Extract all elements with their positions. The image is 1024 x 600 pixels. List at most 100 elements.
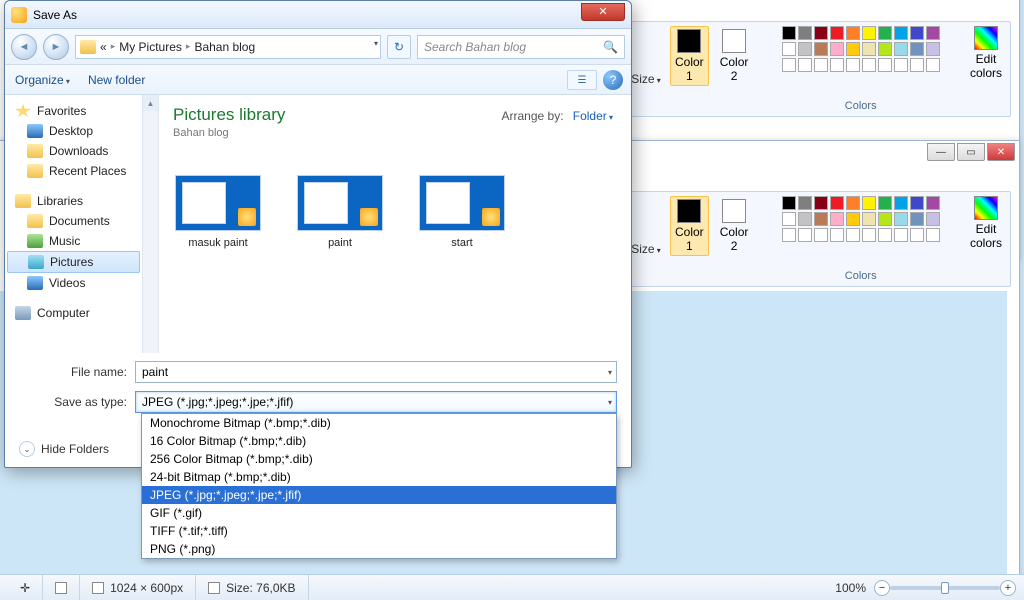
palette-swatch[interactable] [830,26,844,40]
refresh-button[interactable]: ↻ [387,35,411,59]
palette-swatch[interactable] [814,228,828,242]
palette-swatch[interactable] [830,196,844,210]
palette-swatch[interactable] [862,26,876,40]
palette-swatch[interactable] [926,42,940,56]
zoom-slider[interactable] [890,586,1000,590]
palette-swatch[interactable] [814,212,828,226]
palette-swatch[interactable] [894,196,908,210]
palette-swatch[interactable] [878,212,892,226]
palette-swatch[interactable] [878,196,892,210]
palette-swatch[interactable] [878,228,892,242]
zoom-thumb[interactable] [941,582,949,594]
breadcrumb-seg[interactable]: Bahan blog [194,40,255,54]
palette-swatch[interactable] [910,42,924,56]
sidebar-recent[interactable]: Recent Places [5,161,158,181]
palette-swatch[interactable] [830,42,844,56]
palette-swatch[interactable] [926,212,940,226]
breadcrumb-seg[interactable]: « [100,40,107,54]
color2-button[interactable]: Color 2 [715,26,754,86]
type-option[interactable]: 24-bit Bitmap (*.bmp;*.dib) [142,468,616,486]
maximize-button[interactable]: ▭ [957,143,985,161]
palette-swatch[interactable] [926,228,940,242]
palette-swatch[interactable] [878,42,892,56]
sidebar-downloads[interactable]: Downloads [5,141,158,161]
palette-swatch[interactable] [926,196,940,210]
palette-swatch[interactable] [830,212,844,226]
sidebar-documents[interactable]: Documents [5,211,158,231]
palette-swatch[interactable] [910,58,924,72]
palette-swatch[interactable] [846,42,860,56]
zoom-out-button[interactable]: − [874,580,890,596]
size-button[interactable]: Size [628,196,664,256]
palette-swatch[interactable] [846,228,860,242]
titlebar[interactable]: Save As ✕ [5,1,631,29]
palette-swatch[interactable] [894,26,908,40]
sidebar-libraries[interactable]: Libraries [5,191,158,211]
palette-swatch[interactable] [782,228,796,242]
palette-swatch[interactable] [894,228,908,242]
palette-swatch[interactable] [910,196,924,210]
palette-swatch[interactable] [846,196,860,210]
save-as-type-dropdown[interactable]: Monochrome Bitmap (*.bmp;*.dib)16 Color … [141,413,617,559]
nav-forward-button[interactable]: ► [43,34,69,60]
palette-swatch[interactable] [798,212,812,226]
palette-swatch[interactable] [846,58,860,72]
type-option[interactable]: GIF (*.gif) [142,504,616,522]
palette-swatch[interactable] [894,58,908,72]
chevron-down-icon[interactable]: ▾ [608,368,612,377]
sidebar-videos[interactable]: Videos [5,273,158,293]
help-button[interactable]: ? [603,70,623,90]
palette-swatch[interactable] [878,58,892,72]
sidebar-computer[interactable]: Computer [5,303,158,323]
palette-swatch[interactable] [830,58,844,72]
palette-swatch[interactable] [894,42,908,56]
minimize-button[interactable]: — [927,143,955,161]
palette-swatch[interactable] [862,228,876,242]
palette-swatch[interactable] [798,42,812,56]
color2-button[interactable]: Color 2 [715,196,754,256]
size-button[interactable]: Size [628,26,664,86]
palette-swatch[interactable] [862,42,876,56]
palette-swatch[interactable] [782,212,796,226]
palette-swatch[interactable] [862,196,876,210]
palette-swatch[interactable] [814,58,828,72]
sidebar-desktop[interactable]: Desktop [5,121,158,141]
palette-swatch[interactable] [830,228,844,242]
type-option[interactable]: 16 Color Bitmap (*.bmp;*.dib) [142,432,616,450]
palette-swatch[interactable] [782,58,796,72]
hide-folders-button[interactable]: ⌄ Hide Folders [19,441,109,457]
type-option[interactable]: JPEG (*.jpg;*.jpeg;*.jpe;*.jfif) [142,486,616,504]
arrange-by-link[interactable]: Folder [573,109,613,123]
edit-colors-button[interactable]: Edit colors [968,196,1004,250]
type-option[interactable]: Monochrome Bitmap (*.bmp;*.dib) [142,414,616,432]
view-mode-button[interactable]: ☰ [567,70,597,90]
chevron-down-icon[interactable]: ▾ [608,398,612,407]
palette-swatch[interactable] [910,228,924,242]
type-option[interactable]: PNG (*.png) [142,540,616,558]
color1-button[interactable]: Color 1 [670,196,709,256]
palette-swatch[interactable] [910,26,924,40]
breadcrumb-dropdown-icon[interactable]: ▾ [374,39,378,48]
palette-swatch[interactable] [782,26,796,40]
sidebar-favorites[interactable]: Favorites [5,101,158,121]
palette-swatch[interactable] [846,212,860,226]
zoom-in-button[interactable]: + [1000,580,1016,596]
color1-button[interactable]: Color 1 [670,26,709,86]
close-button[interactable]: ✕ [987,143,1015,161]
nav-back-button[interactable]: ◄ [11,34,37,60]
new-folder-button[interactable]: New folder [88,73,145,87]
file-thumb[interactable]: paint [295,175,385,249]
type-option[interactable]: TIFF (*.tif;*.tiff) [142,522,616,540]
sidebar-music[interactable]: Music [5,231,158,251]
palette-swatch[interactable] [926,58,940,72]
palette-swatch[interactable] [798,58,812,72]
palette-swatch[interactable] [782,196,796,210]
type-option[interactable]: 256 Color Bitmap (*.bmp;*.dib) [142,450,616,468]
palette-swatch[interactable] [910,212,924,226]
search-input[interactable]: Search Bahan blog 🔍 [417,35,625,59]
sidebar-pictures[interactable]: Pictures [7,251,140,273]
palette-swatch[interactable] [814,196,828,210]
breadcrumb[interactable]: « ▸ My Pictures ▸ Bahan blog ▾ [75,35,381,59]
palette-swatch[interactable] [814,42,828,56]
file-thumb[interactable]: masuk paint [173,175,263,249]
